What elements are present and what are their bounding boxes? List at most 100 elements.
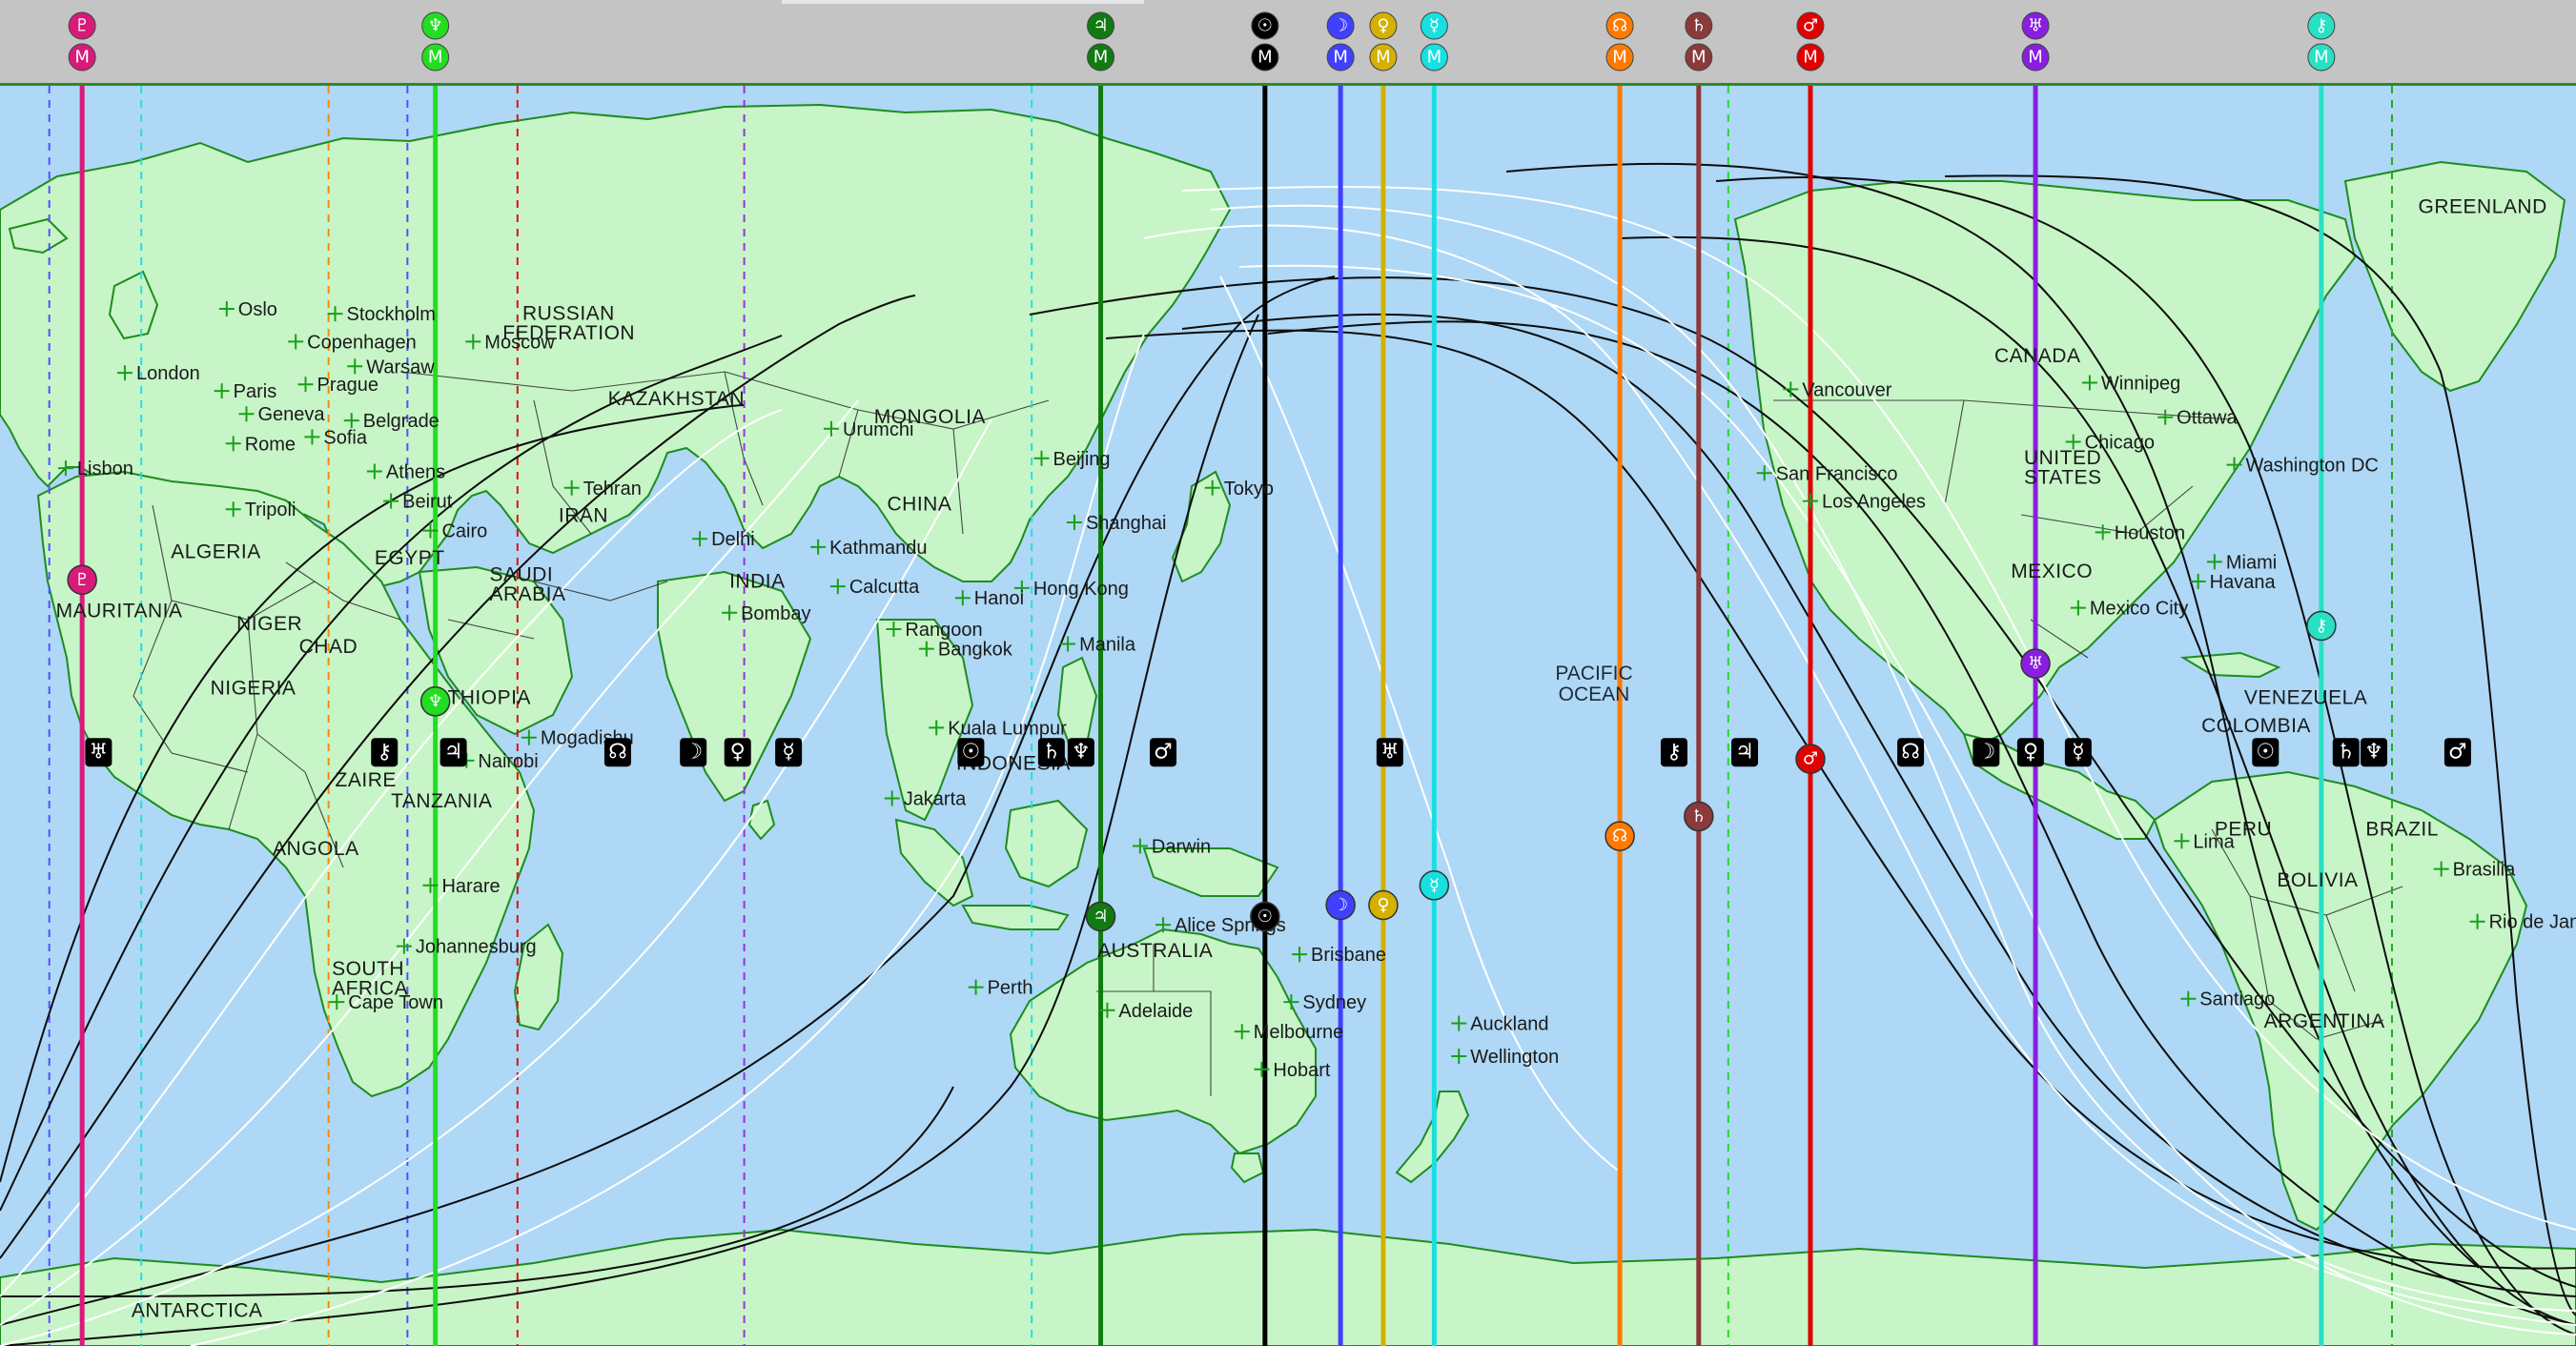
equator-glyph[interactable]: ♆ — [1067, 738, 1094, 767]
mercury-header-icon-group[interactable]: ☿M — [1420, 11, 1448, 71]
neptune-mc-glyph: M — [428, 48, 443, 68]
jupiter-header-icon-group[interactable]: ♃M — [1087, 11, 1115, 71]
equator-glyph[interactable]: ♅ — [85, 738, 112, 767]
equator-glyph[interactable]: ♃ — [440, 738, 467, 767]
equator-glyph[interactable]: ☽ — [1973, 738, 2000, 767]
city-marker: Perth — [968, 978, 1032, 999]
planet-header-icons: ♇M♆M♃M☉M☽M♀M☿M☊M♄M♂M♅M⚷M — [68, 11, 2336, 71]
mercury-map-marker-glyph: ☿ — [1429, 875, 1440, 895]
equator-glyph[interactable]: ☽ — [680, 738, 707, 767]
city-label: Prague — [317, 375, 379, 396]
city-marker: Wellington — [1451, 1047, 1559, 1068]
pluto-map-marker[interactable]: ♇ — [67, 564, 97, 596]
equator-glyph[interactable]: ♅ — [1376, 738, 1403, 767]
equator-glyph[interactable]: ♆ — [2361, 738, 2388, 767]
region-label: CHAD — [299, 636, 358, 658]
region-label: NIGERIA — [211, 677, 296, 699]
city-marker: Shanghai — [1066, 513, 1167, 534]
jupiter-map-marker-glyph: ♃ — [1093, 907, 1108, 927]
astro-map-window: ♇ M ♆ M ♃ M ☉ M ☽ M ♀ M ☿ M ☊ M ♄ M ♂ M ♅ M ⚷ M — [0, 0, 2576, 1346]
equator-glyph-symbol: ☉ — [962, 741, 981, 765]
equator-glyph[interactable]: ☿ — [775, 738, 803, 767]
uranus-map-marker[interactable]: ♅ — [2020, 648, 2051, 679]
equator-glyph[interactable]: ☊ — [603, 738, 631, 767]
equator-glyph-symbol: ♄ — [2337, 741, 2356, 765]
equator-glyph-symbol: ☉ — [2256, 741, 2275, 765]
equator-glyph[interactable]: ♀ — [724, 738, 751, 767]
region-label: NIGER — [236, 613, 302, 635]
city-label: Johannesburg — [416, 937, 537, 958]
city-marker: Havana — [2190, 572, 2276, 593]
equator-glyph[interactable]: ⚷ — [1660, 738, 1687, 767]
equator-glyph-symbol: ☿ — [2072, 741, 2085, 765]
city-label: Adelaide — [1118, 1001, 1193, 1022]
chiron-map-marker[interactable]: ⚷ — [2306, 610, 2337, 642]
region-label: COLOMBIA — [2201, 715, 2311, 737]
city-label: Auckland — [1470, 1014, 1548, 1035]
equator-glyph[interactable]: ♃ — [1731, 738, 1759, 767]
equator-glyph-symbol: ☊ — [1901, 741, 1920, 765]
city-label: Hanoi — [974, 588, 1024, 609]
uranus-header-icon-group[interactable]: ♅M — [2021, 11, 2050, 71]
land-sri-lanka — [747, 799, 776, 841]
sun-planet-glyph: ☉ — [1257, 16, 1273, 36]
venus-map-marker[interactable]: ♀ — [1368, 889, 1399, 921]
city-label: Kathmandu — [829, 538, 927, 559]
city-label: Oslo — [238, 299, 277, 320]
saturn-map-marker[interactable]: ♄ — [1684, 801, 1714, 832]
mars-header-icon-group[interactable]: ♂M — [1796, 11, 1825, 71]
world-map[interactable]: Oslo Stockholm Copenhagen London Warsaw Mosco… — [0, 86, 2576, 1346]
node-map-marker[interactable]: ☊ — [1605, 821, 1635, 851]
city-label: Hobart — [1273, 1060, 1330, 1081]
neptune-planet-glyph: ♆ — [428, 16, 443, 36]
equator-glyph-symbol: ♂ — [2448, 741, 2467, 765]
ocean-label: PACIFIC OCEAN — [1555, 663, 1632, 705]
equator-glyph[interactable]: ♄ — [2332, 738, 2360, 767]
neptune-header-icon-group[interactable]: ♆M — [421, 11, 450, 71]
chiron-header-icon-group[interactable]: ⚷M — [2307, 11, 2336, 71]
mars-map-marker-glyph: ♂ — [1803, 749, 1818, 769]
moon-map-marker[interactable]: ☽ — [1325, 889, 1356, 921]
chiron-mc-glyph: M — [2314, 48, 2329, 68]
pluto-header-icon-group[interactable]: ♇M — [68, 11, 96, 71]
equator-glyph[interactable]: ☉ — [2252, 738, 2280, 767]
sun-header-icon-group[interactable]: ☉M — [1251, 11, 1279, 71]
region-label: ALGERIA — [171, 540, 261, 562]
city-marker: Miami — [2206, 552, 2277, 573]
city-label: Tripoli — [245, 500, 296, 520]
land-africa — [36, 470, 536, 1098]
world-map-canvas[interactable]: Oslo StockholmCopenhagenLondon WarsawMosco… — [0, 86, 2576, 1346]
equator-glyph[interactable]: ☉ — [957, 738, 985, 767]
equator-glyph-symbol: ☿ — [782, 741, 795, 765]
equator-glyph[interactable]: ⚷ — [371, 738, 399, 767]
venus-header-icon-group[interactable]: ♀M — [1369, 11, 1398, 71]
land-tasmania — [1230, 1152, 1265, 1184]
jupiter-map-marker[interactable]: ♃ — [1085, 901, 1116, 932]
city-label: Beirut — [402, 492, 453, 513]
moon-header-icon-group[interactable]: ☽M — [1326, 11, 1355, 71]
equator-glyph[interactable]: ♄ — [1037, 738, 1065, 767]
city-label: Sydney — [1302, 992, 1366, 1013]
node-header-icon-group[interactable]: ☊M — [1605, 11, 1634, 71]
sun-map-marker[interactable]: ☉ — [1250, 901, 1280, 932]
saturn-header-icon-group[interactable]: ♄M — [1685, 11, 1713, 71]
equator-glyph[interactable]: ♀ — [2016, 738, 2044, 767]
region-label: ARGENTINA — [2264, 1010, 2385, 1032]
mercury-map-marker[interactable]: ☿ — [1419, 870, 1450, 901]
city-marker: Washington DC — [2226, 456, 2379, 477]
equator-glyph[interactable]: ♂ — [2443, 738, 2471, 767]
city-marker: Brisbane — [1292, 945, 1386, 966]
region-label: ARABIA — [490, 583, 566, 605]
equator-glyph-symbol: ☽ — [1976, 741, 1995, 765]
jupiter-planet-glyph: ♃ — [1093, 16, 1108, 36]
city-label: Copenhagen — [307, 332, 417, 353]
mars-map-marker[interactable]: ♂ — [1795, 744, 1826, 774]
city-marker: Calcutta — [829, 577, 920, 598]
equator-glyph[interactable]: ♂ — [1150, 738, 1177, 767]
city-label: Ottawa — [2177, 408, 2238, 429]
city-label: Hong Kong — [1033, 579, 1129, 600]
equator-glyph[interactable]: ☿ — [2064, 738, 2092, 767]
equator-glyph[interactable]: ☊ — [1897, 738, 1925, 767]
ocean-label-line1: PACIFIC — [1555, 663, 1632, 684]
neptune-map-marker[interactable]: ♆ — [419, 686, 451, 717]
